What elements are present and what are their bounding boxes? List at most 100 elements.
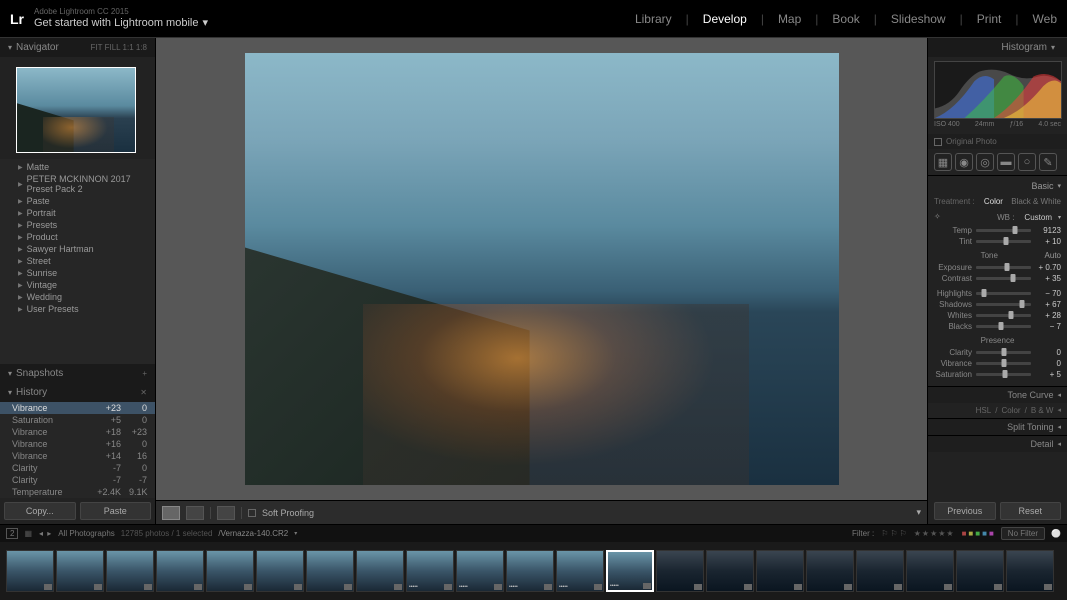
bw-label[interactable]: B & W [1031, 406, 1054, 415]
hsl-section[interactable]: HSL/ Color/ B & W◂ [928, 403, 1067, 418]
preset-folder[interactable]: ▶Vintage [0, 279, 155, 291]
auto-button[interactable]: Auto [1045, 251, 1061, 260]
slider-thumb[interactable] [982, 289, 987, 297]
gradient-tool-icon[interactable]: ▬ [997, 153, 1015, 171]
slider-thumb[interactable] [1004, 237, 1009, 245]
module-develop[interactable]: Develop [703, 12, 747, 26]
filmstrip-thumb[interactable] [956, 550, 1004, 592]
filmstrip-thumb[interactable] [856, 550, 904, 592]
copy-button[interactable]: Copy... [4, 502, 76, 520]
flag-filter[interactable]: ⚐⚐⚐ [880, 529, 908, 538]
filmstrip-thumb[interactable]: ••••• [606, 550, 654, 592]
module-slideshow[interactable]: Slideshow [891, 12, 946, 26]
slider-track[interactable] [976, 325, 1031, 328]
wb-dropdown-icon[interactable]: ▾ [1058, 214, 1061, 221]
filmstrip-thumb[interactable] [806, 550, 854, 592]
slider-track[interactable] [976, 351, 1031, 354]
slider-vibrance[interactable]: Vibrance0 [934, 358, 1061, 369]
slider-value[interactable]: + 28 [1035, 311, 1061, 320]
slider-clarity[interactable]: Clarity0 [934, 347, 1061, 358]
original-photo-checkbox[interactable] [934, 138, 942, 146]
navigator-preview[interactable] [0, 57, 155, 159]
slider-highlights[interactable]: Highlights− 70 [934, 288, 1061, 299]
slider-thumb[interactable] [1001, 359, 1006, 367]
slider-thumb[interactable] [1019, 300, 1024, 308]
filmstrip-thumb[interactable]: ••••• [506, 550, 554, 592]
treatment-color[interactable]: Color [984, 197, 1003, 206]
slider-thumb[interactable] [1002, 370, 1007, 378]
wb-dropper-icon[interactable]: ✧ [934, 212, 944, 222]
wb-value[interactable]: Custom [1024, 213, 1052, 222]
preset-folder[interactable]: ▶Matte [0, 161, 155, 173]
histogram-header[interactable]: Histogram ▾ [928, 38, 1067, 57]
preset-folder[interactable]: ▶Wedding [0, 291, 155, 303]
slider-track[interactable] [976, 277, 1031, 280]
preset-folder[interactable]: ▶PETER MCKINNON 2017 Preset Pack 2 [0, 173, 155, 195]
filter-preset-dropdown[interactable]: No Filter [1001, 527, 1045, 540]
slider-value[interactable]: + 0.70 [1035, 263, 1061, 272]
module-book[interactable]: Book [832, 12, 859, 26]
navigator-modes[interactable]: FIT FILL 1:1 1:8 [91, 43, 147, 52]
filmstrip-thumb[interactable] [356, 550, 404, 592]
preset-folder[interactable]: ▶Street [0, 255, 155, 267]
filter-lock-icon[interactable]: ⚪ [1051, 529, 1061, 538]
loupe-view-icon[interactable] [162, 506, 180, 520]
slider-saturation[interactable]: Saturation+ 5 [934, 369, 1061, 380]
slider-track[interactable] [976, 240, 1031, 243]
history-item[interactable]: Temperature+2.4K9.1K [0, 486, 155, 498]
history-item[interactable]: Saturation+50 [0, 414, 155, 426]
filmstrip-thumb[interactable] [6, 550, 54, 592]
grid-toggle-icon[interactable]: ▦ [24, 529, 32, 538]
color-filter[interactable]: ■■■■■ [961, 529, 995, 538]
filmstrip-thumb[interactable] [256, 550, 304, 592]
filmstrip-thumb[interactable] [1006, 550, 1054, 592]
filmstrip-thumb[interactable]: ••••• [406, 550, 454, 592]
color-label[interactable]: Color [1001, 406, 1020, 415]
slider-value[interactable]: − 7 [1035, 322, 1061, 331]
module-library[interactable]: Library [635, 12, 672, 26]
slider-track[interactable] [976, 292, 1031, 295]
preset-folder[interactable]: ▶Portrait [0, 207, 155, 219]
preset-folder[interactable]: ▶Sawyer Hartman [0, 243, 155, 255]
slider-value[interactable]: + 35 [1035, 274, 1061, 283]
history-item[interactable]: Clarity-7-7 [0, 474, 155, 486]
slider-blacks[interactable]: Blacks− 7 [934, 321, 1061, 332]
slider-track[interactable] [976, 362, 1031, 365]
snapshots-header[interactable]: ▾ Snapshots + [0, 364, 155, 383]
tone-curve-section[interactable]: Tone Curve◂ [928, 386, 1067, 403]
slider-thumb[interactable] [1010, 274, 1015, 282]
slider-value[interactable]: + 67 [1035, 300, 1061, 309]
radial-tool-icon[interactable]: ○ [1018, 153, 1036, 171]
treatment-bw[interactable]: Black & White [1011, 197, 1061, 206]
clear-history-icon[interactable]: ✕ [140, 388, 147, 397]
basic-title[interactable]: Basic [1031, 181, 1053, 191]
brush-tool-icon[interactable]: ✎ [1039, 153, 1057, 171]
module-map[interactable]: Map [778, 12, 801, 26]
add-snapshot-icon[interactable]: + [142, 369, 147, 378]
slider-value[interactable]: 9123 [1035, 226, 1061, 235]
filmstrip-thumb[interactable] [706, 550, 754, 592]
slider-track[interactable] [976, 266, 1031, 269]
grid-icon[interactable] [217, 506, 235, 520]
hsl-label[interactable]: HSL [976, 406, 992, 415]
slider-thumb[interactable] [1005, 263, 1010, 271]
crop-tool-icon[interactable]: ▦ [934, 153, 952, 171]
history-item[interactable]: Vibrance+230 [0, 402, 155, 414]
star-filter[interactable]: ★★★★★ [914, 529, 955, 538]
module-print[interactable]: Print [977, 12, 1002, 26]
preset-folder[interactable]: ▶Paste [0, 195, 155, 207]
slider-thumb[interactable] [1012, 226, 1017, 234]
slider-value[interactable]: 0 [1035, 359, 1061, 368]
slider-shadows[interactable]: Shadows+ 67 [934, 299, 1061, 310]
slider-track[interactable] [976, 314, 1031, 317]
filmstrip-thumb[interactable] [56, 550, 104, 592]
previous-button[interactable]: Previous [934, 502, 996, 520]
module-web[interactable]: Web [1033, 12, 1057, 26]
slider-thumb[interactable] [1009, 311, 1014, 319]
nav-forward-icon[interactable]: ▸ [47, 529, 51, 538]
slider-value[interactable]: 0 [1035, 348, 1061, 357]
history-header[interactable]: ▾ History ✕ [0, 383, 155, 402]
filmstrip-thumb[interactable] [156, 550, 204, 592]
reset-button[interactable]: Reset [1000, 502, 1062, 520]
all-photographs-label[interactable]: All Photographs [58, 529, 114, 538]
